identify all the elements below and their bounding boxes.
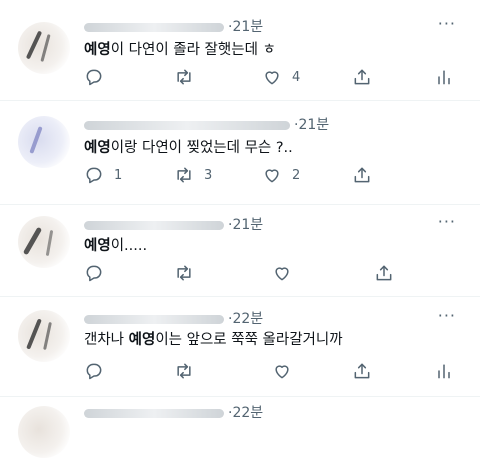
more-icon[interactable]: ··· (438, 306, 456, 325)
like-button[interactable] (272, 360, 292, 382)
tweet-text: 갠차나 예영이는 앞으로 쭉쭉 올라갈거니까 (84, 332, 343, 348)
tweet-time: ·21분 (294, 117, 330, 133)
share-icon (354, 167, 370, 183)
heart-icon (265, 71, 279, 85)
analytics-icon (438, 364, 450, 379)
like-button[interactable]: 2 (262, 164, 300, 186)
highlight-name: 예영 (84, 238, 111, 254)
more-icon[interactable]: ··· (438, 14, 456, 33)
reply-icon (86, 363, 102, 380)
like-button[interactable] (272, 262, 292, 284)
share-icon (354, 69, 370, 85)
tweet[interactable]: ·22분 (0, 396, 480, 458)
tweet[interactable]: ·22분 ··· 갠차나 예영이는 앞으로 쭉쭉 올라갈거니까 (0, 296, 480, 397)
tweet[interactable]: ·21분 ··· 예영이..... (0, 204, 480, 297)
retweet-icon (177, 167, 191, 183)
retweet-button[interactable] (174, 360, 194, 382)
tweet-actions: 1 3 2 (84, 164, 462, 186)
avatar[interactable] (18, 22, 70, 74)
tweet-actions: 4 (84, 66, 462, 88)
tweet[interactable]: ·21분 예영이랑 다연이 찢었는데 무슨 ?.. 1 3 2 (0, 100, 480, 205)
tweet-text: 예영이랑 다연이 찢었는데 무슨 ?.. (84, 140, 293, 156)
heart-icon (275, 365, 289, 379)
reply-button[interactable] (84, 262, 104, 284)
analytics-button[interactable] (434, 66, 454, 88)
tweet-text: 예영이 다연이 졸라 잘햇는데 ㅎ (84, 42, 276, 58)
tweet-time: ·22분 (228, 405, 264, 421)
tweet-meta: ·21분 (84, 114, 329, 134)
reply-button[interactable] (84, 66, 114, 88)
share-button[interactable] (352, 164, 372, 186)
more-icon[interactable]: ··· (438, 212, 456, 231)
reply-button[interactable] (84, 360, 104, 382)
reply-icon (86, 167, 102, 184)
heart-icon (275, 267, 289, 281)
retweet-button[interactable] (174, 262, 194, 284)
tweet-meta: ·22분 (84, 308, 263, 328)
share-button[interactable] (352, 360, 372, 382)
avatar[interactable] (18, 116, 70, 168)
tweet-actions (84, 360, 462, 382)
highlight-name: 예영 (84, 140, 111, 156)
share-button[interactable] (374, 262, 394, 284)
analytics-icon (438, 70, 450, 85)
tweet-meta: ·21분 (84, 16, 263, 36)
tweet-actions (84, 262, 462, 284)
like-button[interactable]: 4 (262, 66, 300, 88)
highlight-name: 예영 (84, 42, 111, 58)
tweet-feed: ·21분 ··· 예영이 다연이 졸라 잘햇는데 ㅎ 4 ·21분 예영이랑 다… (0, 0, 480, 458)
share-icon (354, 363, 370, 379)
tweet-meta: ·22분 (84, 402, 263, 422)
analytics-button[interactable] (434, 360, 454, 382)
tweet-time: ·22분 (228, 311, 264, 327)
tweet-text: 예영이..... (84, 238, 148, 254)
avatar[interactable] (18, 216, 70, 268)
share-icon (376, 265, 392, 281)
retweet-icon (177, 69, 191, 85)
retweet-icon (177, 265, 191, 281)
retweet-icon (177, 363, 191, 379)
reply-icon (86, 265, 102, 282)
tweet-time: ·21분 (228, 19, 264, 35)
highlight-name: 예영 (128, 332, 156, 348)
tweet-time: ·21분 (228, 217, 264, 233)
reply-button[interactable]: 1 (84, 164, 122, 186)
avatar[interactable] (18, 406, 70, 458)
tweet[interactable]: ·21분 ··· 예영이 다연이 졸라 잘햇는데 ㅎ 4 (0, 0, 480, 101)
reply-icon (86, 69, 102, 86)
avatar[interactable] (18, 310, 70, 362)
tweet-meta: ·21분 (84, 214, 263, 234)
retweet-button[interactable] (174, 66, 204, 88)
heart-icon (265, 169, 279, 183)
share-button[interactable] (352, 66, 372, 88)
retweet-button[interactable]: 3 (174, 164, 212, 186)
